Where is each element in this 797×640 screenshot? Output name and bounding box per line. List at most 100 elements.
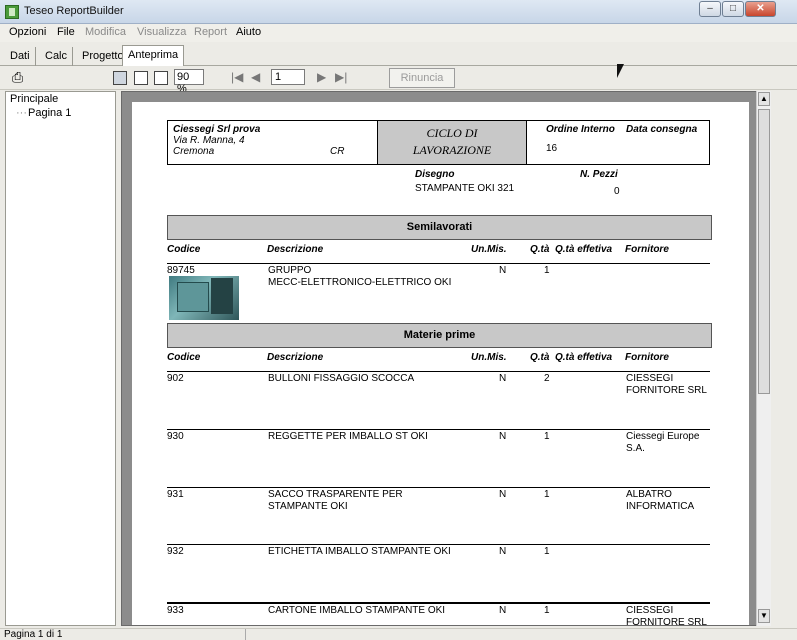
- tree-connector: ···: [16, 107, 27, 119]
- divider: [167, 371, 710, 372]
- status-bar: Pagina 1 di 1: [0, 628, 797, 640]
- status-text: Pagina 1 di 1: [4, 629, 63, 640]
- tab-anteprima[interactable]: Anteprima: [122, 45, 185, 67]
- row-desc-1: GRUPPO: [268, 265, 312, 276]
- row-desc-2: STAMPANTE OKI: [268, 501, 348, 512]
- scroll-up-icon[interactable]: ▲: [758, 92, 770, 106]
- col-unit: Un.Mis.: [471, 244, 507, 255]
- first-page-icon[interactable]: |◀: [231, 70, 243, 84]
- zoom-100-icon[interactable]: [154, 71, 168, 85]
- drawing-label: Disegno: [415, 169, 455, 180]
- app-icon: [5, 5, 19, 19]
- col-desc: Descrizione: [267, 244, 324, 255]
- status-separator: [245, 629, 246, 640]
- row-unit: N: [499, 546, 507, 557]
- row-qty: 1: [544, 546, 550, 557]
- pieces-value: 0: [614, 186, 620, 197]
- row-supplier-2: INFORMATICA: [626, 501, 695, 512]
- menu-modifica[interactable]: Modifica: [85, 26, 126, 38]
- report-header-box: Ciessegi Srl prova Via R. Manna, 4 Cremo…: [167, 120, 710, 165]
- company-address: Via R. Manna, 4: [173, 135, 245, 146]
- pieces-label: N. Pezzi: [580, 169, 618, 180]
- row-code: 902: [167, 373, 184, 384]
- close-button[interactable]: ✕: [745, 1, 776, 17]
- tree-root[interactable]: Principale: [10, 93, 58, 105]
- row-unit: N: [499, 605, 507, 616]
- page-number-input[interactable]: 1: [271, 69, 305, 85]
- menu-aiuto[interactable]: Aiuto: [236, 26, 261, 38]
- whole-page-icon[interactable]: [113, 71, 127, 85]
- divider: [167, 544, 710, 545]
- row-supplier-1: CIESSEGI: [626, 605, 674, 616]
- page-tree: Principale ··· Pagina 1: [5, 91, 116, 626]
- row-code: 931: [167, 489, 184, 500]
- order-label: Ordine Interno: [546, 124, 615, 135]
- minimize-button[interactable]: –: [699, 1, 721, 17]
- col-qty-eff: Q.tà effetiva: [555, 352, 613, 363]
- row-desc-1: SACCO TRASPARENTE PER: [268, 489, 403, 500]
- menu-file[interactable]: File: [57, 26, 75, 38]
- company-city: Cremona: [173, 146, 215, 157]
- col-unit: Un.Mis.: [471, 352, 507, 363]
- col-code: Codice: [167, 352, 201, 363]
- row-supplier-1: CIESSEGI: [626, 373, 674, 384]
- col-supplier: Fornitore: [625, 244, 669, 255]
- mouse-pointer-icon: [617, 64, 624, 78]
- col-code: Codice: [167, 244, 201, 255]
- row-supplier-2: FORNITORE SRL: [626, 385, 707, 396]
- row-qty: 1: [544, 489, 550, 500]
- product-image: [169, 276, 239, 320]
- col-qty-eff: Q.tà effetiva: [555, 244, 613, 255]
- print-icon[interactable]: ⎙: [12, 69, 23, 86]
- col-qty: Q.tà: [530, 352, 550, 363]
- row-supplier-2: FORNITORE SRL: [626, 617, 707, 626]
- row-desc-1: REGGETTE PER IMBALLO ST OKI: [268, 431, 428, 442]
- menu-report[interactable]: Report: [194, 26, 227, 38]
- row-supplier-1: ALBATRO: [626, 489, 672, 500]
- row-unit: N: [499, 265, 507, 276]
- document-title-line2: LAVORAZIONE: [412, 143, 492, 157]
- divider: [167, 429, 710, 430]
- col-supplier: Fornitore: [625, 352, 669, 363]
- row-supplier-2: S.A.: [626, 443, 645, 454]
- next-page-icon[interactable]: ▶: [317, 70, 326, 84]
- tree-page-1[interactable]: Pagina 1: [28, 107, 71, 119]
- divider: [167, 263, 710, 264]
- tab-calc[interactable]: Calc: [40, 47, 74, 66]
- row-code: 89745: [167, 265, 195, 276]
- report-page: Ciessegi Srl prova Via R. Manna, 4 Cremo…: [132, 102, 749, 626]
- maximize-button[interactable]: □: [722, 1, 744, 17]
- scrollbar-thumb[interactable]: [758, 109, 770, 394]
- col-desc: Descrizione: [267, 352, 324, 363]
- company-province: CR: [330, 146, 345, 157]
- menu-visualizza[interactable]: Visualizza: [137, 26, 186, 38]
- tab-dati[interactable]: Dati: [5, 47, 36, 66]
- divider: [167, 602, 710, 604]
- prev-page-icon[interactable]: ◀: [251, 70, 260, 84]
- cancel-button[interactable]: Rinuncia: [389, 68, 455, 88]
- row-desc-2: MECC-ELETTRONICO-ELETTRICO OKI: [268, 277, 452, 288]
- row-qty: 1: [544, 431, 550, 442]
- row-qty: 2: [544, 373, 550, 384]
- menu-bar: Opzioni File Modifica Visualizza Report …: [0, 24, 797, 42]
- row-code: 930: [167, 431, 184, 442]
- row-supplier-1: Ciessegi Europe: [626, 431, 700, 442]
- row-unit: N: [499, 489, 507, 500]
- drawing-value: STAMPANTE OKI 321: [415, 183, 515, 194]
- row-code: 932: [167, 546, 184, 557]
- zoom-input[interactable]: 90 %: [174, 69, 204, 95]
- row-unit: N: [499, 373, 507, 384]
- row-unit: N: [499, 431, 507, 442]
- row-code: 933: [167, 605, 184, 616]
- row-desc-1: ETICHETTA IMBALLO STAMPANTE OKI: [268, 546, 451, 557]
- order-value: 16: [546, 143, 558, 154]
- row-qty: 1: [544, 605, 550, 616]
- last-page-icon[interactable]: ▶|: [335, 70, 347, 84]
- menu-opzioni[interactable]: Opzioni: [9, 26, 46, 38]
- page-width-icon[interactable]: [134, 71, 148, 85]
- vertical-scrollbar[interactable]: ▲ ▼: [756, 91, 771, 626]
- scroll-down-icon[interactable]: ▼: [758, 609, 770, 623]
- delivery-label: Data consegna: [626, 124, 698, 135]
- toolbar: ⎙ 90 % |◀ ◀ 1 ▶ ▶| Rinuncia: [0, 66, 797, 95]
- row-desc-1: CARTONE IMBALLO STAMPANTE OKI: [268, 605, 446, 616]
